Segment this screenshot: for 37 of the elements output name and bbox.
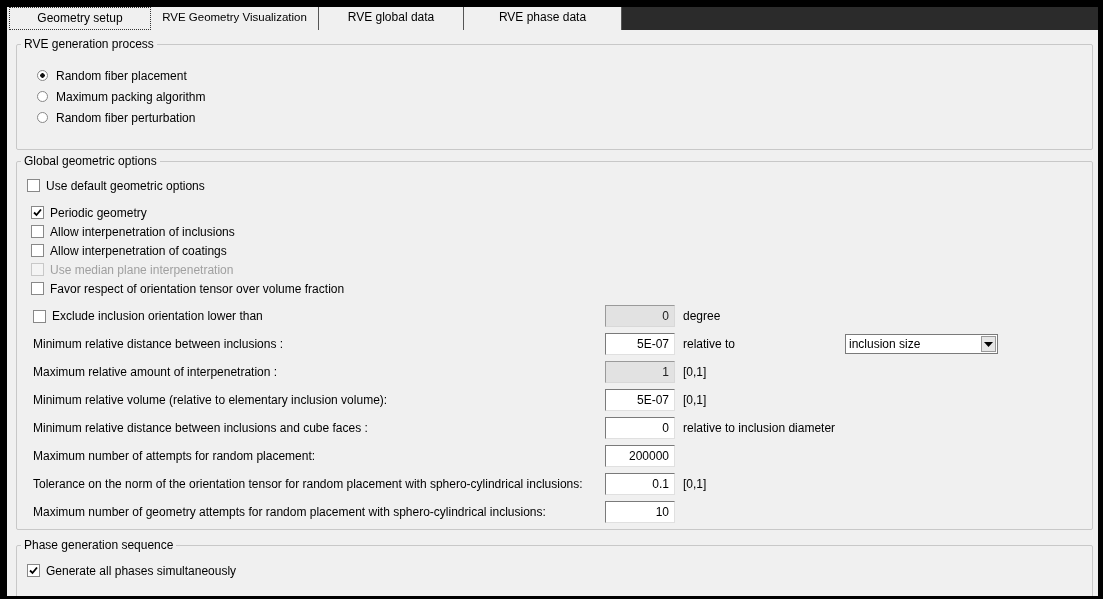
input-field[interactable]: 5E-07 [605,389,675,411]
parameter-label: Minimum relative distance between inclusions : [33,337,284,351]
dropdown[interactable]: inclusion size [845,334,998,354]
radio-label: Random fiber placement [56,68,187,83]
checkbox-label: Use default geometric options [46,178,205,193]
checkbox-label: Allow interpenetration of coatings [50,243,227,258]
input-field[interactable]: 0.1 [605,473,675,495]
parameter-label: Minimum relative volume (relative to elementary inclusion volume): [33,393,388,407]
unit-label: [0,1] [683,393,707,407]
checkbox-label: Exclude inclusion orientation lower than [52,309,263,323]
group-title: RVE generation process [23,37,155,51]
checkbox-label: Use median plane interpenetration [50,262,234,277]
tab[interactable]: RVE global data [319,7,464,30]
parameter-label: Maximum number of geometry attempts for random placement with sphero-cylindrical inclusions: [33,505,546,519]
tab[interactable]: RVE Geometry Visualization [151,7,319,30]
input-field[interactable]: 200000 [605,445,675,467]
parameter-label: Maximum number of attempts for random placement: [33,449,316,463]
unit-label: relative to [683,337,736,351]
unit-label: degree [683,309,721,323]
parameter-label: Minimum relative distance between inclusions and cube faces : [33,421,368,435]
parameter-label: Tolerance on the norm of the orientation tensor for random placement with sphero-cylindrical inclusions: [33,477,583,491]
checkbox-label: Generate all phases simultaneously [46,563,237,578]
radio-label: Random fiber perturbation [56,110,196,125]
group-title: Global geometric options [23,154,158,168]
unit-label: relative to inclusion diameter [683,421,836,435]
unit-label: [0,1] [683,365,707,379]
checkbox-label: Favor respect of orientation tensor over volume fraction [50,281,345,296]
input-field[interactable]: 5E-07 [605,333,675,355]
radio-label: Maximum packing algorithm [56,89,206,104]
checkbox-label: Periodic geometry [50,205,147,220]
checkbox-label: Allow interpenetration of inclusions [50,224,235,239]
input-field[interactable]: 10 [605,501,675,523]
input-field[interactable]: 0 [605,417,675,439]
unit-label: [0,1] [683,477,707,491]
group-title: Phase generation sequence [23,538,175,552]
parameter-label: Maximum relative amount of interpenetration : [33,365,278,379]
tab[interactable]: Geometry setup [9,7,151,30]
